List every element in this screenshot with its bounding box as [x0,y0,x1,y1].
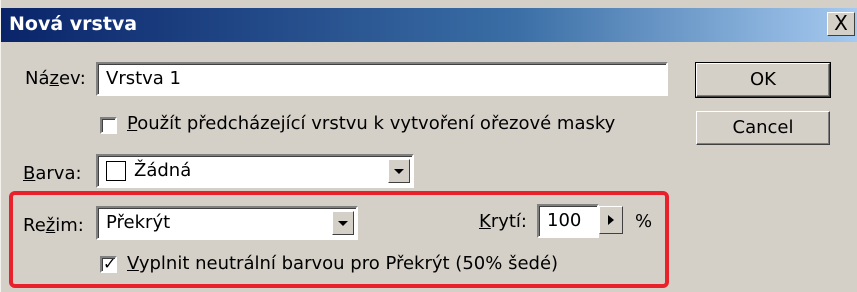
mode-select-value: Překrýt [106,212,171,233]
opacity-slider-arrow-icon[interactable] [599,206,623,234]
name-input[interactable]: Vrstva 1 [96,62,668,96]
fill-neutral-checkbox[interactable]: ✓ [100,254,117,273]
dialog-title: Nová vrstva [9,13,138,35]
close-icon: X [834,11,848,35]
ok-button[interactable]: OK [695,62,831,98]
new-layer-dialog: Nová vrstva X Název: Vrstva 1 Použít pře… [0,0,857,292]
color-swatch [106,161,126,181]
clip-mask-label: Použít předcházející vrstvu k vytvoření … [127,113,616,134]
chevron-down-icon[interactable] [388,159,410,183]
mode-select[interactable]: Překrýt [96,206,358,240]
fill-neutral-label: Vyplnit neutrální barvou pro Překrýt (50… [127,253,559,274]
name-label: Název: [25,68,86,89]
opacity-unit: % [635,211,653,232]
color-label: Barva: [23,163,82,184]
clip-mask-checkbox[interactable] [100,117,117,134]
checkmark-icon: ✓ [103,254,117,273]
color-select-value: Žádná [134,160,192,181]
opacity-value: 100 [547,210,582,231]
title-bar: Nová vrstva X [1,8,857,42]
name-input-value: Vrstva 1 [106,68,182,89]
close-button[interactable]: X [827,12,855,36]
opacity-label: Krytí: [479,211,527,232]
chevron-down-icon[interactable] [332,211,354,235]
opacity-input[interactable]: 100 [537,204,599,238]
cancel-button[interactable]: Cancel [696,111,830,145]
mode-label: Režim: [23,215,84,236]
color-select[interactable]: Žádná [96,154,414,188]
